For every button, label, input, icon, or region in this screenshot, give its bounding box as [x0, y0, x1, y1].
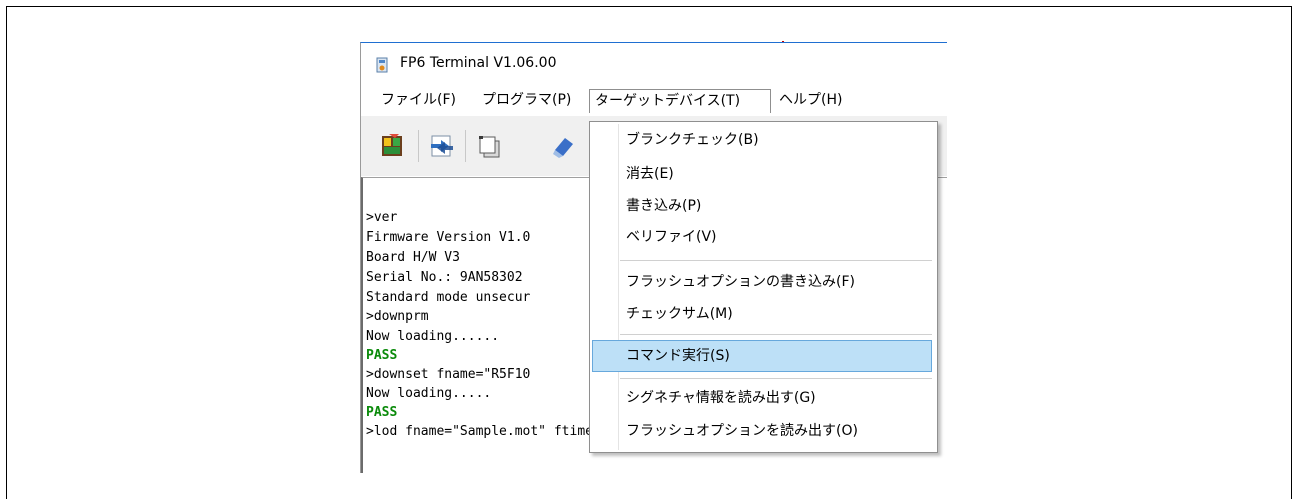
- menu-programmer[interactable]: プログラマ(P): [477, 89, 576, 113]
- toolbar-separator: [418, 130, 419, 162]
- terminal-line: Serial No.: 9AN58302: [366, 270, 523, 285]
- window-title: FP6 Terminal V1.06.00: [400, 55, 557, 71]
- menu-bar: ファイル(F) プログラマ(P) ターゲットデバイス(T) ヘルプ(H): [361, 85, 947, 115]
- copy-icon[interactable]: [475, 132, 503, 160]
- menu-help[interactable]: ヘルプ(H): [774, 89, 847, 113]
- terminal-pass-line: PASS: [366, 405, 398, 420]
- terminal-pass-line: PASS: [366, 348, 398, 363]
- erase-icon[interactable]: [549, 132, 577, 160]
- terminal-line: Firmware Version V1.0: [366, 230, 531, 245]
- terminal-line: >ver: [366, 210, 398, 225]
- terminal-line: Board H/W V3: [366, 250, 460, 265]
- menu-item-read-signature[interactable]: シグネチャ情報を読み出す(G): [626, 384, 816, 412]
- menu-item-execute-command[interactable]: コマンド実行(S): [626, 342, 730, 370]
- menu-item-verify[interactable]: ベリファイ(V): [626, 223, 717, 251]
- toolbar-separator: [465, 130, 466, 162]
- menu-separator: [620, 378, 932, 379]
- transfer-icon[interactable]: [428, 132, 456, 160]
- menu-item-write-flash-option[interactable]: フラッシュオプションの書き込み(F): [626, 268, 855, 296]
- menu-target-device[interactable]: ターゲットデバイス(T): [589, 89, 771, 113]
- menu-item-program[interactable]: 書き込み(P): [626, 192, 701, 220]
- terminal-line: >downprm: [366, 309, 429, 324]
- target-device-dropdown: ブランクチェック(B) 消去(E) 書き込み(P) ベリファイ(V) フラッシュ…: [589, 121, 938, 453]
- terminal-line: Now loading.....: [366, 386, 492, 401]
- menu-item-erase[interactable]: 消去(E): [626, 160, 674, 188]
- menu-item-checksum[interactable]: チェックサム(M): [626, 300, 733, 328]
- app-icon: [376, 57, 388, 73]
- title-bar[interactable]: FP6 Terminal V1.06.00: [361, 43, 947, 85]
- menu-separator: [620, 260, 932, 261]
- menu-file[interactable]: ファイル(F): [376, 89, 461, 113]
- menu-gutter: [618, 124, 619, 450]
- terminal-line: >downset fname="R5F10: [366, 367, 531, 382]
- menu-separator: [620, 334, 932, 335]
- terminal-line: Standard mode unsecur: [366, 290, 531, 305]
- menu-item-blank-check[interactable]: ブランクチェック(B): [626, 126, 759, 154]
- menu-item-read-flash-option[interactable]: フラッシュオプションを読み出す(O): [626, 417, 858, 445]
- program-icon[interactable]: [379, 132, 407, 160]
- terminal-line: Now loading......: [366, 329, 500, 344]
